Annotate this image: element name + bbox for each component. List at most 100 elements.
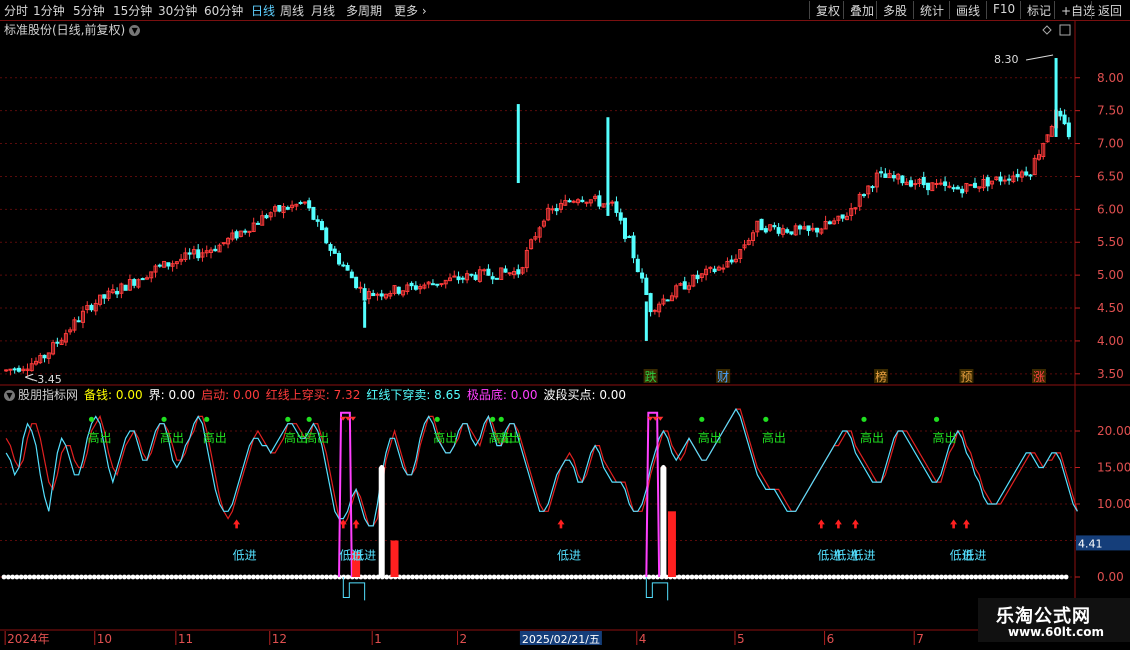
- zero-dot: [418, 574, 424, 580]
- zero-dot: [926, 574, 931, 580]
- indicator-name: 股朋指标网: [18, 388, 79, 402]
- candle: [751, 229, 756, 247]
- zero-dot: [311, 574, 316, 580]
- zero-dot: [444, 574, 450, 580]
- candle-body: [187, 252, 192, 255]
- candle-body: [840, 214, 845, 219]
- zero-dot: [53, 574, 58, 580]
- zero-dot: [1042, 574, 1047, 580]
- candle-body: [396, 286, 401, 294]
- candle: [490, 272, 495, 285]
- candle: [234, 229, 239, 241]
- candle: [1011, 171, 1016, 184]
- magenta-bar: [645, 411, 661, 578]
- zero-dot: [435, 574, 441, 580]
- zero-dot: [947, 574, 953, 580]
- candle-body: [337, 253, 342, 265]
- zero-dot: [693, 574, 699, 580]
- candle: [682, 276, 687, 290]
- candle-body: [140, 278, 145, 281]
- candle-body: [870, 186, 875, 189]
- candle: [904, 178, 909, 186]
- zero-dot: [27, 574, 33, 580]
- candle: [883, 168, 888, 178]
- candle: [482, 268, 487, 276]
- candle: [1045, 134, 1050, 143]
- candle: [862, 193, 867, 198]
- candle: [430, 279, 435, 286]
- chevron-down-icon[interactable]: ▼: [4, 390, 15, 401]
- event-label[interactable]: 预: [960, 370, 972, 384]
- price-chart[interactable]: 8.00 7.50 7.00 6.50 6.00 5.50 5.00 4.50 4.00 3.50…: [0, 0, 1130, 650]
- zero-dot: [620, 574, 626, 580]
- candle-body: [1024, 171, 1029, 176]
- candle-body: [358, 286, 363, 289]
- zero-dot: [1063, 574, 1069, 580]
- candle: [149, 271, 154, 283]
- high-signal-label: 高出: [497, 430, 521, 445]
- candle-body: [610, 201, 615, 204]
- candle: [529, 238, 534, 250]
- candle: [392, 285, 397, 296]
- candle: [857, 192, 862, 211]
- candle-body: [955, 186, 960, 190]
- candle-body: [644, 277, 649, 295]
- candle: [136, 278, 141, 289]
- candle: [358, 281, 363, 294]
- candle: [51, 339, 56, 356]
- zero-dot: [160, 574, 166, 580]
- cursor-date-label: 2025/02/21/五: [522, 633, 600, 646]
- candle: [648, 292, 653, 317]
- candle-body: [580, 199, 585, 203]
- high-signal-label: 高出: [433, 430, 457, 445]
- candle-body: [123, 284, 128, 291]
- candle: [1028, 174, 1033, 180]
- candle: [725, 257, 730, 268]
- candle: [1024, 166, 1029, 177]
- zero-dot: [564, 574, 570, 580]
- zero-dot: [147, 574, 153, 580]
- candle-body: [913, 183, 918, 186]
- candle: [456, 271, 461, 284]
- watermark-url: www.60lt.com: [1008, 625, 1105, 639]
- zero-dot: [500, 574, 506, 580]
- event-label[interactable]: 财: [717, 370, 729, 384]
- zero-dot: [616, 574, 622, 580]
- candle: [251, 217, 256, 233]
- candle: [255, 221, 260, 225]
- indicator-title: ▼ 股朋指标网 备钱: 0.00 界: 0.00 启动: 0.00 红线上穿买: 7.32…: [4, 386, 632, 403]
- indicator-param: 启动: 0.00: [201, 388, 260, 402]
- zero-dot: [474, 574, 480, 580]
- event-label[interactable]: 跌: [645, 369, 657, 384]
- zero-dot: [595, 574, 600, 580]
- zero-dot: [1012, 574, 1017, 580]
- candle: [21, 365, 26, 374]
- zero-dot: [814, 574, 820, 580]
- zero-dot: [943, 574, 949, 580]
- candle: [601, 203, 606, 208]
- red-block: [667, 511, 676, 577]
- zero-dot: [509, 574, 514, 580]
- candle: [840, 214, 845, 222]
- zero-dot: [547, 574, 553, 580]
- candle: [443, 279, 448, 289]
- zero-dot: [513, 574, 519, 580]
- candle-body: [1007, 178, 1012, 181]
- candle-body: [332, 248, 337, 254]
- candle: [943, 176, 948, 192]
- zero-dot: [319, 574, 325, 580]
- event-label[interactable]: 涨: [1033, 369, 1045, 384]
- candle: [196, 244, 201, 261]
- candle: [669, 292, 674, 302]
- candle-spike: [644, 301, 648, 341]
- zero-dot: [448, 574, 454, 580]
- event-label[interactable]: 榜: [875, 369, 887, 384]
- zero-dot: [324, 574, 329, 580]
- candle: [896, 172, 901, 185]
- low-price-label: 3.45: [37, 373, 62, 386]
- candle: [132, 277, 137, 289]
- candle-body: [648, 293, 653, 313]
- zero-dot: [401, 574, 407, 580]
- green-dot: [490, 416, 496, 422]
- candle: [298, 200, 303, 205]
